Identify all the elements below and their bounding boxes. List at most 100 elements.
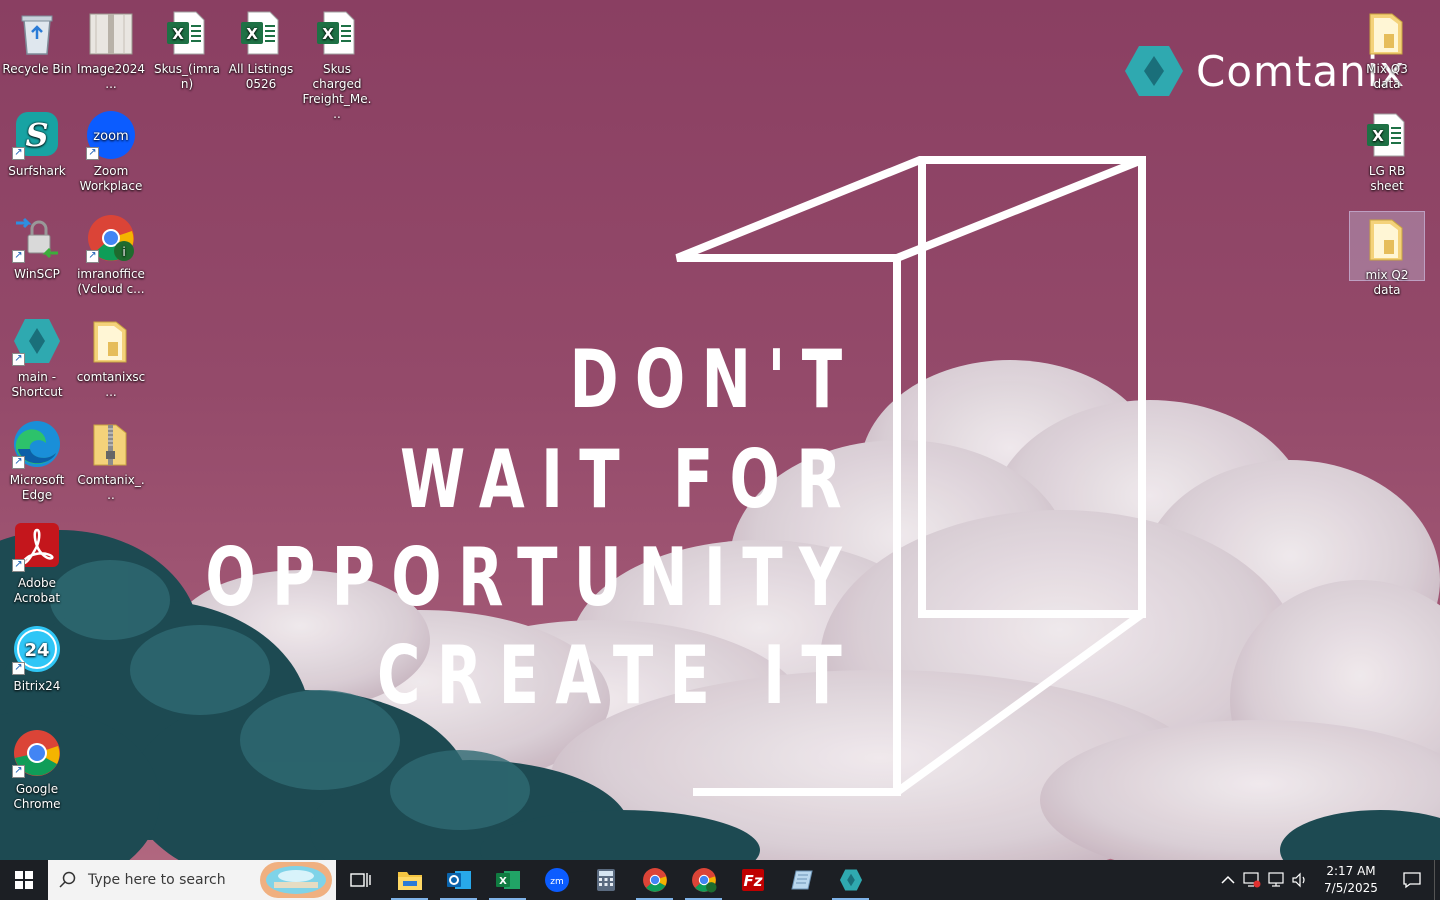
svg-text:X: X: [322, 25, 334, 43]
shortcut-arrow-icon: ↗: [86, 250, 99, 263]
desktop-icon-surfshark[interactable]: S ↗ Surfshark: [0, 110, 74, 179]
svg-text:Fz: Fz: [743, 872, 762, 890]
shortcut-arrow-icon: ↗: [12, 559, 25, 572]
taskbar-zoom[interactable]: zm: [532, 860, 581, 900]
chevron-up-icon: [1221, 875, 1235, 884]
svg-text:zm: zm: [550, 877, 564, 887]
clock-time: 2:17 AM: [1326, 864, 1376, 878]
desktop-icon-label: comtanixsc...: [76, 370, 146, 399]
desktop-icon-microsoft-edge[interactable]: ↗ Microsoft Edge: [0, 419, 74, 503]
desktop-icon-comtanix-zip[interactable]: Comtanix_...: [74, 419, 148, 503]
taskbar-chrome[interactable]: [630, 860, 679, 900]
svg-text:S: S: [25, 116, 48, 154]
quote-line-2: WAIT FOR: [399, 433, 858, 526]
desktop-icon-label: mix Q2 data: [1365, 268, 1409, 297]
taskbar-file-explorer[interactable]: [385, 860, 434, 900]
outlook-icon: [446, 871, 471, 889]
windows-logo-icon: [15, 871, 33, 889]
desktop-icon-winscp[interactable]: ↗ WinSCP: [0, 213, 74, 282]
network-icon: [1268, 872, 1284, 887]
shortcut-arrow-icon: ↗: [12, 353, 25, 366]
desktop-icon-google-chrome[interactable]: ↗ Google Chrome: [0, 728, 74, 812]
chrome-icon: [642, 868, 667, 892]
surfshark-icon: S ↗: [12, 110, 62, 160]
desktop-icon-label: imranoffice (Vcloud c...: [77, 267, 145, 296]
desktop-icon-label: All Listings 0526: [228, 62, 294, 91]
taskbar-clock[interactable]: 2:17 AM 7/5/2025: [1312, 863, 1390, 897]
task-view-icon: [349, 873, 371, 887]
quote-line-1: DON'T: [569, 333, 858, 426]
excel-file-icon: X: [162, 8, 212, 58]
folder-icon: [86, 316, 136, 366]
desktop-icon-adobe-acrobat[interactable]: ↗ Adobe Acrobat: [0, 522, 74, 606]
taskbar-chrome-profile[interactable]: [679, 860, 728, 900]
desktop-icon-label: Recycle Bin: [2, 62, 72, 76]
show-desktop-button[interactable]: [1434, 860, 1440, 900]
desktop-icon-label: LG RB sheet: [1368, 164, 1406, 193]
zip-folder-icon: [86, 419, 136, 469]
comtanix-app-icon: ↗: [12, 316, 62, 366]
desktop-icon-lg-rb-sheet[interactable]: X LG RB sheet: [1350, 110, 1424, 194]
archive-file-icon: [86, 8, 136, 58]
desktop-icon-image2024[interactable]: Image2024...: [74, 8, 148, 92]
search-placeholder: Type here to search: [88, 872, 226, 888]
desktop-icon-comtanixsc[interactable]: comtanixsc...: [74, 316, 148, 400]
quote-line-3: OPPORTUNITY: [205, 531, 858, 624]
taskbar-search-box[interactable]: Type here to search: [48, 860, 336, 900]
excel-icon: X: [495, 871, 520, 889]
desktop-icon-skus-imran[interactable]: X Skus_(imran): [150, 8, 224, 92]
action-center-button[interactable]: [1390, 860, 1434, 900]
taskbar-filezilla[interactable]: Fz: [728, 860, 777, 900]
show-hidden-icons-button[interactable]: [1216, 860, 1240, 900]
desktop-icon-bitrix24[interactable]: 24 ↗ Bitrix24: [0, 625, 74, 694]
tray-network[interactable]: [1264, 860, 1288, 900]
desktop-icon-label: Skus charged Freight_Me...: [302, 62, 372, 121]
winscp-icon: ↗: [12, 213, 62, 263]
file-explorer-icon: [397, 872, 422, 890]
comtanix-app-icon: [839, 869, 862, 891]
desktop-icon-all-listings[interactable]: X All Listings 0526: [224, 8, 298, 92]
taskbar-notes[interactable]: [777, 860, 826, 900]
desktop-icon-main-shortcut[interactable]: ↗ main - Shortcut: [0, 316, 74, 400]
recycle-bin-icon: [12, 8, 62, 58]
desktop-icon-recycle-bin[interactable]: Recycle Bin: [0, 8, 74, 77]
desktop-icon-skus-charged-freight[interactable]: X Skus charged Freight_Me...: [300, 8, 374, 122]
search-icon: [48, 871, 88, 889]
svg-text:24: 24: [24, 640, 49, 661]
start-button[interactable]: [0, 860, 48, 900]
shortcut-arrow-icon: ↗: [12, 250, 25, 263]
taskbar-outlook[interactable]: [434, 860, 483, 900]
search-highlight-illustration: [260, 862, 332, 898]
desktop-icon-label: Mix Q3 data: [1366, 62, 1408, 91]
desktop-icon-imranoffice[interactable]: i ↗ imranoffice (Vcloud c...: [74, 213, 148, 297]
shortcut-arrow-icon: ↗: [12, 765, 25, 778]
chrome-profile-icon: i ↗: [86, 213, 136, 263]
desktop-icon-label: Surfshark: [8, 164, 66, 178]
desktop-icon-label: main - Shortcut: [11, 370, 63, 399]
desktop-icon-label: Comtanix_...: [77, 473, 145, 502]
calculator-icon: [596, 869, 615, 891]
desktop-icon-mix-q3-data[interactable]: Mix Q3 data: [1350, 8, 1424, 92]
svg-text:X: X: [246, 25, 258, 43]
taskbar-task-view[interactable]: [336, 860, 385, 900]
desktop-icon-label: WinSCP: [14, 267, 60, 281]
taskbar-excel[interactable]: X: [483, 860, 532, 900]
system-tray: 2:17 AM 7/5/2025: [1216, 860, 1440, 900]
svg-text:X: X: [172, 25, 184, 43]
edge-icon: ↗: [12, 419, 62, 469]
desktop-icon-mix-q2-data[interactable]: mix Q2 data: [1349, 211, 1425, 297]
chrome-icon: ↗: [12, 728, 62, 778]
taskbar: Type here to search X zm Fz 2:17 AM 7/5/…: [0, 860, 1440, 900]
excel-file-icon: X: [236, 8, 286, 58]
desktop-icon-label: Google Chrome: [13, 782, 61, 811]
excel-file-icon: X: [1362, 110, 1412, 160]
taskbar-calculator[interactable]: [581, 860, 630, 900]
taskbar-comtanix[interactable]: [826, 860, 875, 900]
notes-icon: [790, 870, 813, 890]
svg-text:zoom: zoom: [93, 129, 128, 144]
desktop-icon-zoom-workplace[interactable]: zoom ↗ Zoom Workplace: [74, 110, 148, 194]
desktop-icon-label: Zoom Workplace: [79, 164, 143, 193]
tray-vpn[interactable]: [1240, 860, 1264, 900]
tray-volume[interactable]: [1288, 860, 1312, 900]
filezilla-icon: Fz: [741, 869, 764, 891]
